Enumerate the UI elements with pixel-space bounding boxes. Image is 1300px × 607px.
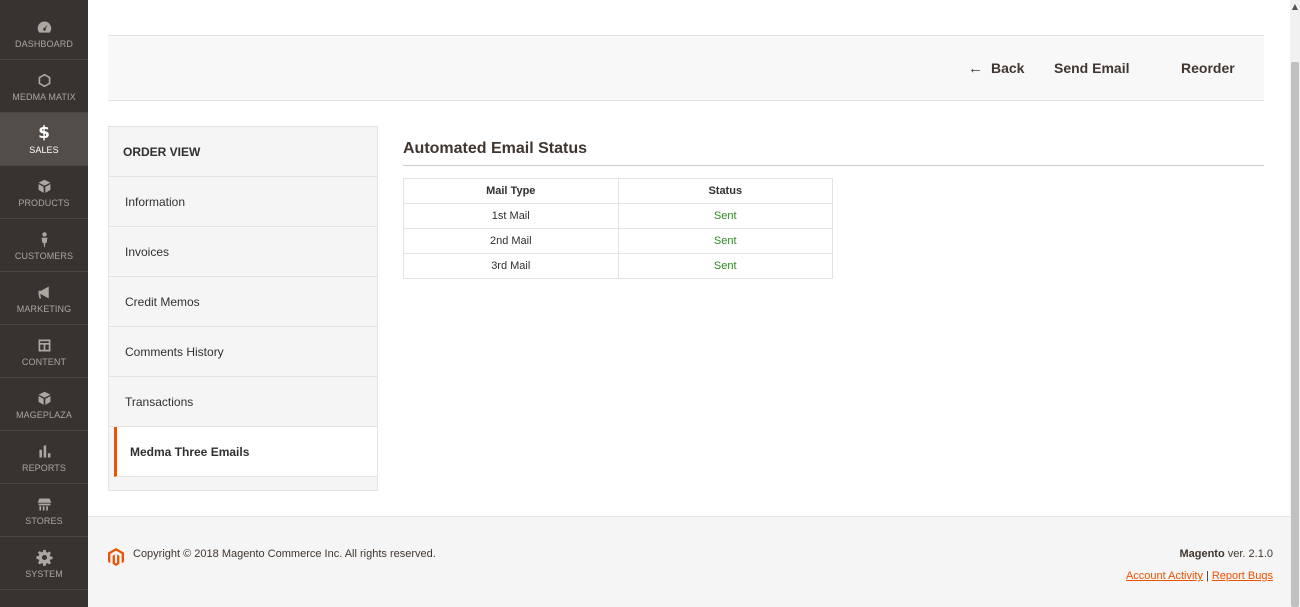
column-header-status: Status xyxy=(617,178,833,204)
menu-label: STORES xyxy=(25,516,63,526)
page-footer: Copyright © 2018 Magento Commerce Inc. A… xyxy=(88,516,1290,607)
table-row: 1st Mail Sent xyxy=(403,203,833,229)
menu-label: CUSTOMERS xyxy=(14,251,74,261)
menu-item-marketing[interactable]: MARKETING xyxy=(0,272,88,325)
scroll-up-arrow-icon[interactable]: ▲ xyxy=(1290,0,1300,14)
layout-icon xyxy=(36,335,53,355)
arrow-left-icon: ← xyxy=(968,59,983,77)
menu-label: SALES xyxy=(29,145,59,155)
status-cell: Sent xyxy=(617,253,833,279)
account-activity-link[interactable]: Account Activity xyxy=(1126,570,1203,582)
dollar-icon: $ xyxy=(38,123,50,143)
version-text: Magento ver. 2.1.0 xyxy=(1179,548,1273,560)
email-status-table: Mail Type Status 1st Mail Sent 2nd Mail … xyxy=(403,178,833,279)
status-cell: Sent xyxy=(617,203,833,229)
menu-label: SYSTEM xyxy=(25,569,63,579)
box-icon xyxy=(36,388,53,408)
magento-logo-icon xyxy=(108,548,124,566)
menu-item-stores[interactable]: STORES xyxy=(0,484,88,537)
scrollbar-thumb[interactable] xyxy=(1291,62,1299,607)
tab-medma-three-emails[interactable]: Medma Three Emails xyxy=(114,427,377,477)
tab-comments-history[interactable]: Comments History xyxy=(109,327,377,377)
send-email-button[interactable]: Send Email xyxy=(1054,36,1129,100)
back-button[interactable]: ← Back xyxy=(968,36,1024,100)
footer-links: Account Activity | Report Bugs xyxy=(1126,570,1273,582)
tab-invoices[interactable]: Invoices xyxy=(109,227,377,277)
back-label: Back xyxy=(991,60,1025,76)
menu-item-system[interactable]: SYSTEM xyxy=(0,537,88,590)
report-bugs-link[interactable]: Report Bugs xyxy=(1212,570,1273,582)
menu-label: MARKETING xyxy=(16,304,72,314)
megaphone-icon xyxy=(36,282,53,302)
menu-item-content[interactable]: CONTENT xyxy=(0,325,88,378)
table-row: 2nd Mail Sent xyxy=(403,228,833,254)
menu-label: REPORTS xyxy=(21,463,67,473)
hexagon-icon xyxy=(36,70,53,90)
menu-label: DASHBOARD xyxy=(15,39,73,49)
menu-label: PRODUCTS xyxy=(18,198,70,208)
menu-item-sales[interactable]: $ SALES xyxy=(0,113,88,166)
menu-item-reports[interactable]: REPORTS xyxy=(0,431,88,484)
mail-type-cell: 1st Mail xyxy=(403,203,619,229)
mail-type-cell: 3rd Mail xyxy=(403,253,619,279)
tab-information[interactable]: Information xyxy=(109,177,377,227)
menu-item-medma-matix[interactable]: MEDMA MATIX xyxy=(0,60,88,113)
menu-item-dashboard[interactable]: DASHBOARD xyxy=(0,7,88,60)
menu-label: MEDMA MATIX xyxy=(12,92,76,102)
status-cell: Sent xyxy=(617,228,833,254)
brand-name: Magento xyxy=(1179,548,1225,560)
column-header-mail-type: Mail Type xyxy=(403,178,619,204)
bar-chart-icon xyxy=(36,441,53,461)
order-view-tabs: ORDER VIEW Information Invoices Credit M… xyxy=(108,126,378,491)
tab-credit-memos[interactable]: Credit Memos xyxy=(109,277,377,327)
person-icon xyxy=(36,229,53,249)
menu-top-cap xyxy=(0,0,88,7)
tab-transactions[interactable]: Transactions xyxy=(109,377,377,427)
page-actions-bar: ← Back Send Email Reorder xyxy=(108,35,1264,101)
vertical-scrollbar[interactable]: ▲ xyxy=(1290,0,1300,607)
menu-item-customers[interactable]: CUSTOMERS xyxy=(0,219,88,272)
mail-type-cell: 2nd Mail xyxy=(403,228,619,254)
dashboard-icon xyxy=(36,17,53,37)
order-view-title: ORDER VIEW xyxy=(109,127,377,177)
admin-menu: DASHBOARD MEDMA MATIX $ SALES PRODUCTS C… xyxy=(0,0,88,607)
reorder-button[interactable]: Reorder xyxy=(1181,36,1235,100)
menu-item-products[interactable]: PRODUCTS xyxy=(0,166,88,219)
store-icon xyxy=(36,494,53,514)
box-icon xyxy=(36,176,53,196)
version-number: ver. 2.1.0 xyxy=(1224,548,1273,560)
section-title: Automated Email Status xyxy=(403,140,1264,166)
copyright-text: Copyright © 2018 Magento Commerce Inc. A… xyxy=(133,548,436,560)
menu-item-mageplaza[interactable]: MAGEPLAZA xyxy=(0,378,88,431)
table-header-row: Mail Type Status xyxy=(403,178,833,204)
gear-icon xyxy=(35,547,53,567)
menu-label: CONTENT xyxy=(21,357,67,367)
menu-label: MAGEPLAZA xyxy=(16,410,72,420)
link-separator: | xyxy=(1205,570,1209,582)
table-row: 3rd Mail Sent xyxy=(403,253,833,279)
